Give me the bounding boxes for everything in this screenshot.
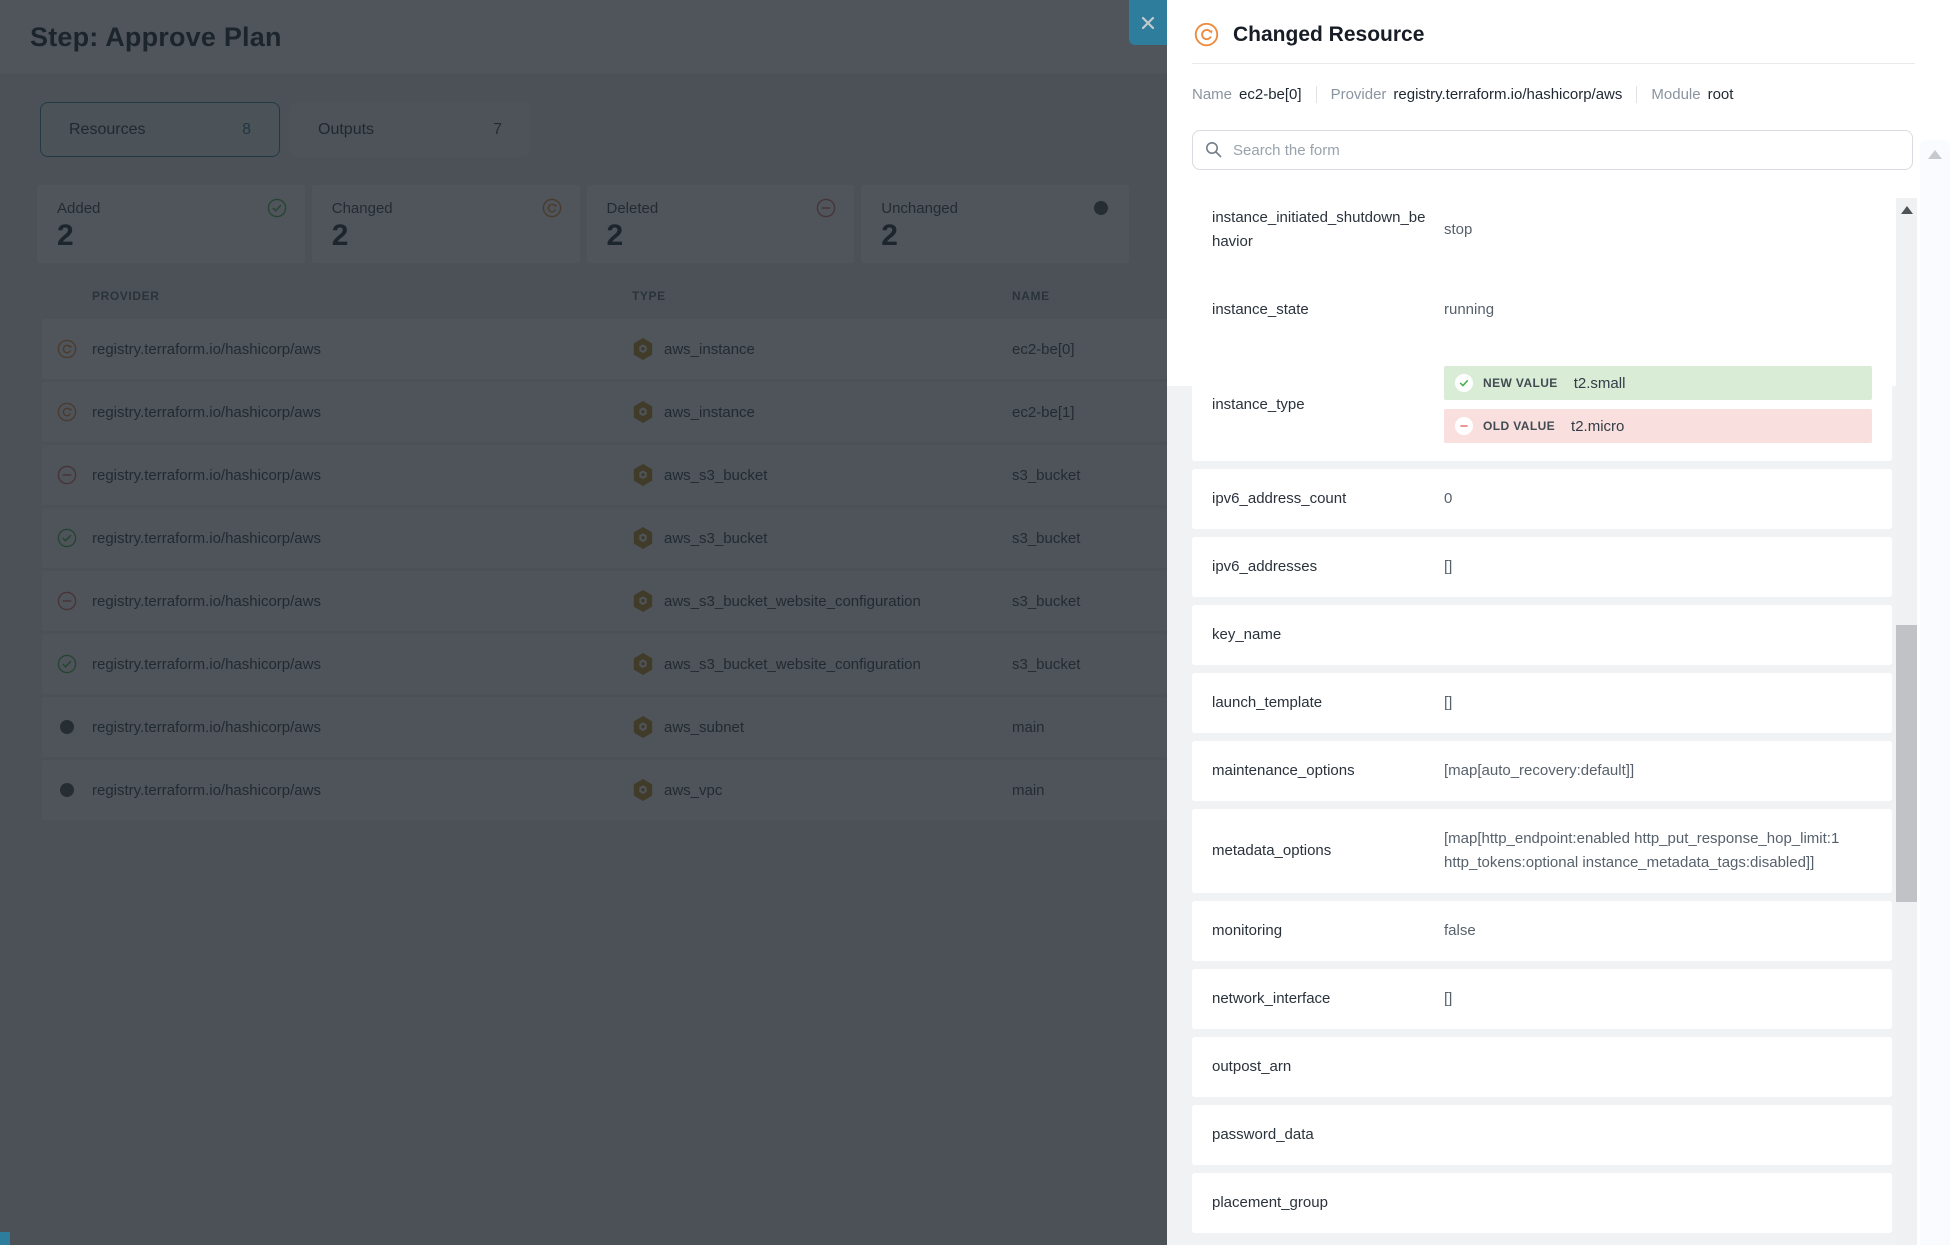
field-value: []: [1444, 555, 1872, 579]
field-label: ipv6_addresses: [1212, 555, 1444, 579]
field-label: instance_initiated_shutdown_behavior: [1212, 206, 1444, 254]
meta-value: ec2-be[0]: [1239, 86, 1302, 103]
search-wrap: [1192, 130, 1913, 170]
drawer-backdrop[interactable]: [0, 0, 1167, 1245]
drawer-title: Changed Resource: [1233, 23, 1424, 47]
drawer-header: Changed Resource: [1167, 0, 1950, 63]
scroll-up-arrow[interactable]: [1901, 206, 1913, 214]
field-label: launch_template: [1212, 691, 1444, 715]
field-label: ipv6_address_count: [1212, 487, 1444, 511]
field-value: false: [1444, 919, 1872, 943]
field-row: password_data: [1192, 1105, 1892, 1165]
field-row: network_interface []: [1192, 969, 1892, 1029]
old-value-minus-icon: [1455, 417, 1473, 435]
field-row: ipv6_address_count 0: [1192, 469, 1892, 529]
meta-value: registry.terraform.io/hashicorp/aws: [1393, 86, 1622, 103]
meta-label: Provider: [1331, 86, 1387, 103]
field-row: monitoring false: [1192, 901, 1892, 961]
field-value: [map[http_endpoint:enabled http_put_resp…: [1444, 827, 1872, 875]
field-label: monitoring: [1212, 919, 1444, 943]
field-label: password_data: [1212, 1123, 1444, 1147]
new-value-label: NEW VALUE: [1483, 376, 1558, 390]
changed-icon: [1194, 22, 1219, 47]
resource-meta: Name ec2-be[0] Provider registry.terrafo…: [1192, 86, 1950, 103]
field-row: instance_initiated_shutdown_behavior sto…: [1192, 188, 1892, 272]
field-value: [map[auto_recovery:default]]: [1444, 759, 1872, 783]
field-value: running: [1444, 298, 1872, 322]
fields-list: instance_initiated_shutdown_behavior sto…: [1192, 188, 1892, 1233]
field-value: stop: [1444, 218, 1872, 242]
field-diff: NEW VALUE t2.small OLD VALUE t2.micro: [1444, 366, 1872, 443]
new-value: t2.small: [1574, 375, 1626, 392]
field-row: maintenance_options [map[auto_recovery:d…: [1192, 741, 1892, 801]
field-value: []: [1444, 691, 1872, 715]
fields-scrollbar: [1896, 198, 1917, 1245]
field-value: []: [1444, 987, 1872, 1011]
meta-value: root: [1708, 86, 1734, 103]
meta-label: Name: [1192, 86, 1232, 103]
close-drawer-button[interactable]: [1129, 0, 1167, 45]
meta-item: Provider registry.terraform.io/hashicorp…: [1316, 86, 1637, 103]
field-label: instance_state: [1212, 298, 1444, 322]
search-input[interactable]: [1192, 130, 1913, 170]
field-label: placement_group: [1212, 1191, 1444, 1215]
field-label: network_interface: [1212, 987, 1444, 1011]
field-label: metadata_options: [1212, 839, 1444, 863]
drawer-scroll-up-arrow[interactable]: [1928, 150, 1942, 159]
app-canvas: Step: Approve Plan Resources 8 Outputs 7…: [0, 0, 1950, 1245]
changed-resource-drawer: Changed Resource Name ec2-be[0] Provider…: [1167, 0, 1950, 1245]
field-label: key_name: [1212, 623, 1444, 647]
field-row: metadata_options [map[http_endpoint:enab…: [1192, 809, 1892, 893]
field-row: key_name: [1192, 605, 1892, 665]
new-value-check-icon: [1455, 374, 1473, 392]
search-icon: [1205, 141, 1222, 158]
bottom-progress-strip: [0, 1232, 10, 1245]
field-label: outpost_arn: [1212, 1055, 1444, 1079]
field-row: ipv6_addresses []: [1192, 537, 1892, 597]
field-row: instance_state running: [1192, 280, 1892, 340]
old-value-row: OLD VALUE t2.micro: [1444, 409, 1872, 443]
old-value-label: OLD VALUE: [1483, 419, 1555, 433]
field-row: outpost_arn: [1192, 1037, 1892, 1097]
meta-item: Module root: [1636, 86, 1747, 103]
field-value: 0: [1444, 487, 1872, 511]
meta-item: Name ec2-be[0]: [1192, 86, 1316, 103]
meta-label: Module: [1651, 86, 1700, 103]
close-icon: [1139, 14, 1157, 32]
field-label: instance_type: [1212, 393, 1444, 417]
new-value-row: NEW VALUE t2.small: [1444, 366, 1872, 400]
field-row: instance_type NEW VALUE t2.small OLD VAL…: [1192, 348, 1892, 461]
field-row: placement_group: [1192, 1173, 1892, 1233]
scrollbar-thumb[interactable]: [1896, 625, 1917, 902]
old-value: t2.micro: [1571, 418, 1624, 435]
drawer-scrollbar: [1920, 140, 1950, 1245]
divider: [1192, 63, 1915, 64]
field-row: launch_template []: [1192, 673, 1892, 733]
field-label: maintenance_options: [1212, 759, 1444, 783]
